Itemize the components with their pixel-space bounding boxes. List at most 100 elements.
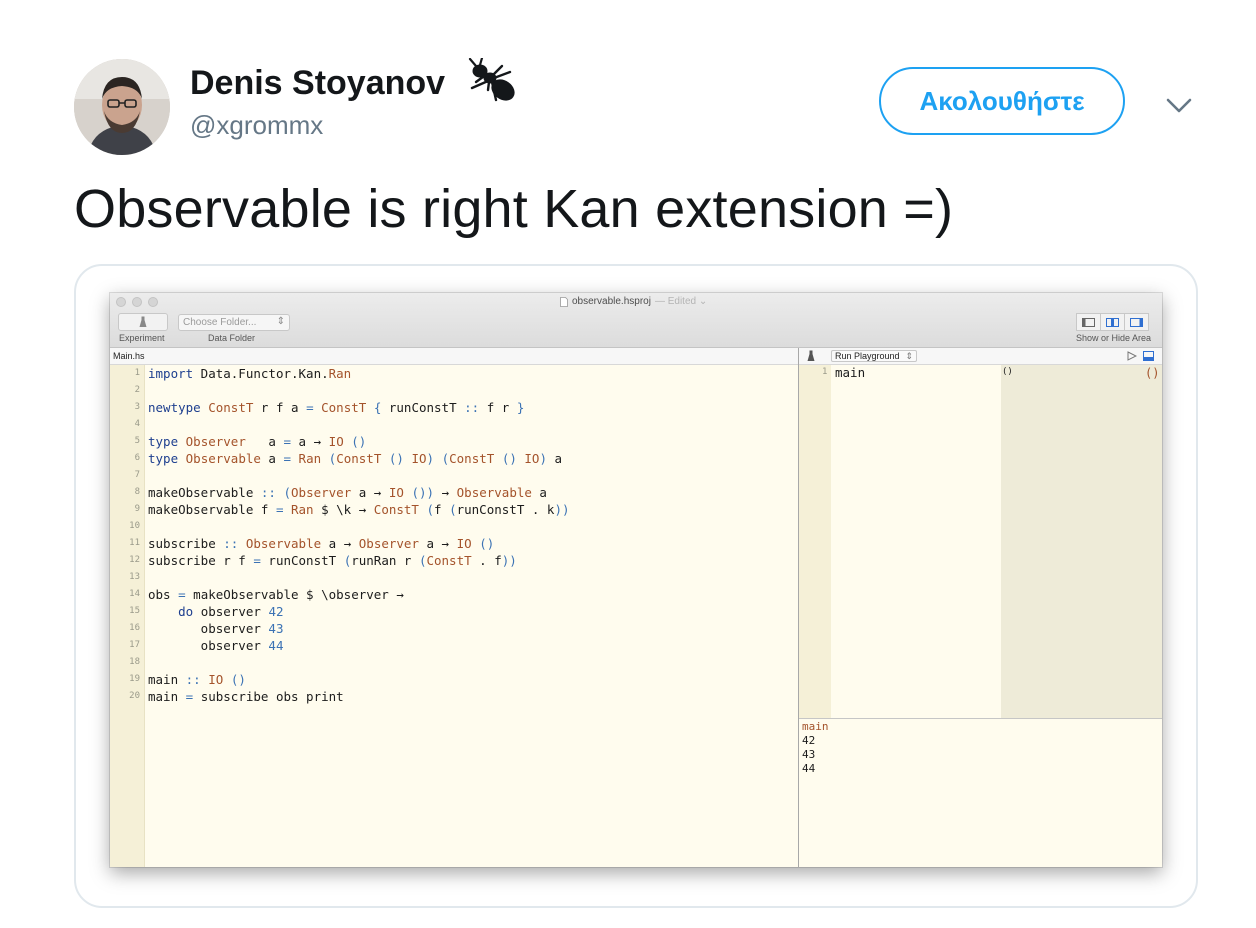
document-icon (560, 296, 568, 307)
code-text: main :: IO () (148, 672, 246, 687)
run-playground-label: Run Playground (835, 351, 900, 361)
author-avatar[interactable] (74, 59, 170, 155)
code-line: 18 (110, 654, 798, 671)
console-output: main 42 43 44 (802, 720, 829, 776)
line-number: 20 (129, 691, 140, 701)
code-text: makeObservable :: (Observer a → IO ()) →… (148, 485, 547, 500)
experiment-button (118, 313, 168, 331)
code-text: type Observer a = a → IO () (148, 434, 367, 449)
data-folder-select: Choose Folder... ⇕ (178, 314, 290, 331)
line-number: 15 (129, 606, 140, 616)
window-titlebar: observable.hsproj — Edited ⌄ Experiment … (110, 293, 1162, 348)
traffic-lights (116, 297, 158, 307)
code-text: observer 44 (148, 638, 284, 653)
window-title: observable.hsproj — Edited ⌄ (560, 296, 707, 307)
file-tab-bar: Main.hs (110, 348, 798, 365)
playground-gutter (799, 365, 831, 718)
line-number: 7 (134, 470, 140, 480)
experiment-label: Experiment (119, 333, 165, 343)
code-line: 16 observer 43 (110, 620, 798, 637)
updown-arrows-icon: ⇕ (276, 316, 285, 327)
playground-line-number: 1 (822, 367, 828, 377)
code-text: newtype ConstT r f a = ConstT { runConst… (148, 400, 525, 415)
code-line: 2 (110, 382, 798, 399)
close-window-icon (116, 297, 126, 307)
code-line: 20 main = subscribe obs print (110, 688, 798, 705)
left-pane-icon (1076, 313, 1101, 331)
minimize-window-icon (132, 297, 142, 307)
edited-label: — Edited ⌄ (654, 296, 708, 307)
line-number: 10 (129, 521, 140, 531)
author-handle[interactable]: @xgrommx (190, 110, 323, 141)
updown-arrows-icon: ⇕ (905, 351, 913, 361)
playground-result-value: () (1145, 366, 1160, 380)
playground-code: main (835, 365, 866, 380)
flask-icon (807, 350, 815, 361)
line-number: 4 (134, 419, 140, 429)
code-text: subscribe r f = runConstT (runRan r (Con… (148, 553, 517, 568)
code-line: 10 (110, 518, 798, 535)
center-pane-icon (1100, 313, 1125, 331)
code-text: obs = makeObservable $ \observer → (148, 587, 404, 602)
console-toggle-icon (1143, 351, 1154, 361)
code-line: 3 newtype ConstT r f a = ConstT { runCons… (110, 399, 798, 416)
playground-bar: Run Playground ⇕ (799, 348, 1162, 365)
flask-icon (139, 316, 147, 327)
code-text: makeObservable f = Ran $ \k → ConstT (f … (148, 502, 570, 517)
line-number: 6 (134, 453, 140, 463)
line-number: 12 (129, 555, 140, 565)
code-line: 17 observer 44 (110, 637, 798, 654)
code-text: type Observable a = Ran (ConstT () IO) (… (148, 451, 563, 466)
show-hide-area-label: Show or Hide Area (1076, 333, 1152, 343)
code-editor: 1 import Data.Functor.Kan.Ran 2 3 newtype Co… (110, 365, 798, 705)
code-text: import Data.Functor.Kan.Ran (148, 366, 352, 381)
line-number: 5 (134, 436, 140, 446)
right-pane-icon (1124, 313, 1149, 331)
playground-results (1001, 365, 1162, 718)
code-line: 7 (110, 467, 798, 484)
code-line: 15 do observer 42 (110, 603, 798, 620)
console-output-line: 43 (802, 748, 816, 761)
data-folder-label: Data Folder (208, 333, 256, 343)
line-number: 19 (129, 674, 140, 684)
follow-button[interactable]: Ακολουθήστε (879, 67, 1125, 135)
view-toggle-group (1076, 313, 1149, 331)
code-line: 9 makeObservable f = Ran $ \k → ConstT (f… (110, 501, 798, 518)
line-number: 17 (129, 640, 140, 650)
console-output-line: 42 (802, 734, 816, 747)
playground-inline-value: () (1002, 367, 1013, 377)
code-line: 12 subscribe r f = runConstT (runRan r (C… (110, 552, 798, 569)
code-line: 5 type Observer a = a → IO () (110, 433, 798, 450)
play-icon (1127, 351, 1137, 361)
line-number: 9 (134, 504, 140, 514)
data-folder-placeholder: Choose Folder... (183, 317, 257, 328)
line-number: 2 (134, 385, 140, 395)
author-name[interactable]: Denis Stoyanov (190, 64, 445, 103)
file-tab: Main.hs (113, 351, 145, 361)
chevron-down-icon[interactable] (1162, 90, 1196, 120)
code-text: subscribe :: Observable a → Observer a →… (148, 536, 495, 551)
line-number: 3 (134, 402, 140, 412)
console-output-line: 44 (802, 762, 816, 775)
code-text: observer 43 (148, 621, 284, 636)
code-line: 8 makeObservable :: (Observer a → IO ()) … (110, 484, 798, 501)
console-divider (799, 718, 1162, 719)
line-number: 16 (129, 623, 140, 633)
line-number: 1 (134, 368, 140, 378)
embedded-screenshot: observable.hsproj — Edited ⌄ Experiment … (110, 293, 1162, 867)
code-text: main = subscribe obs print (148, 689, 344, 704)
line-number: 18 (129, 657, 140, 667)
code-line: 4 (110, 416, 798, 433)
console-output-header: main (802, 720, 829, 733)
code-line: 14 obs = makeObservable $ \observer → (110, 586, 798, 603)
line-number: 14 (129, 589, 140, 599)
run-playground-select: Run Playground ⇕ (831, 350, 917, 362)
code-line: 19 main :: IO () (110, 671, 798, 688)
zoom-window-icon (148, 297, 158, 307)
code-line: 1 import Data.Functor.Kan.Ran (110, 365, 798, 382)
window-title-text: observable.hsproj (572, 296, 651, 307)
code-line: 11 subscribe :: Observable a → Observer a… (110, 535, 798, 552)
line-number: 13 (129, 572, 140, 582)
code-line: 6 type Observable a = Ran (ConstT () IO) … (110, 450, 798, 467)
code-text: do observer 42 (178, 604, 284, 619)
